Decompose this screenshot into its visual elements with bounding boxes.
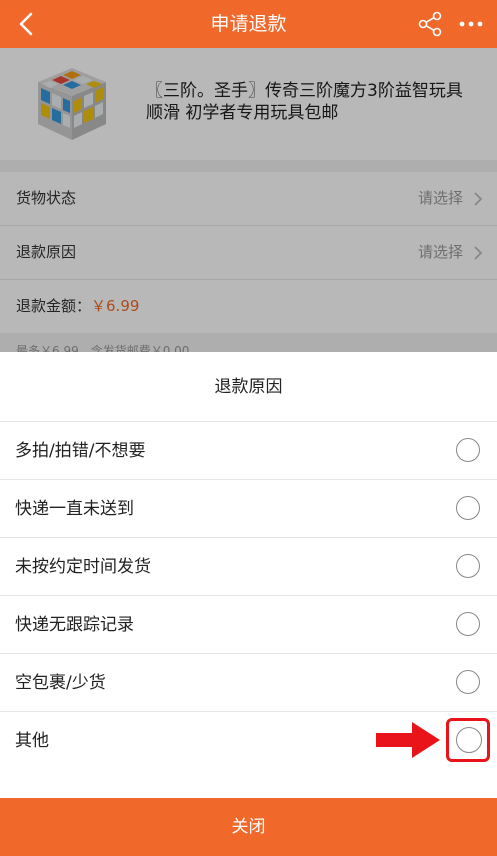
reason-option-label: 空包裹/少货 xyxy=(15,673,106,693)
reason-option-1[interactable]: 多拍/拍错/不想要 xyxy=(0,422,497,480)
sheet-title: 退款原因 xyxy=(0,352,497,422)
radio-circle-icon[interactable] xyxy=(456,438,480,462)
reason-option-4[interactable]: 快递无跟踪记录 xyxy=(0,596,497,654)
share-icon[interactable] xyxy=(416,10,444,38)
reason-option-label: 未按约定时间发货 xyxy=(15,557,151,577)
reason-option-5[interactable]: 空包裹/少货 xyxy=(0,654,497,712)
radio-circle-icon[interactable] xyxy=(456,496,480,520)
top-bar: 申请退款 xyxy=(0,0,497,48)
more-horizontal-icon[interactable] xyxy=(457,10,485,38)
close-button[interactable]: 关闭 xyxy=(0,798,497,856)
reason-option-label: 快递一直未送到 xyxy=(15,499,134,519)
overlay-mask[interactable] xyxy=(0,48,497,352)
radio-circle-icon[interactable] xyxy=(456,670,480,694)
reason-option-label: 快递无跟踪记录 xyxy=(15,615,134,635)
red-arrow-right-icon xyxy=(376,722,440,758)
reason-option-label: 其他 xyxy=(15,731,49,751)
radio-circle-icon[interactable] xyxy=(456,612,480,636)
reason-option-label: 多拍/拍错/不想要 xyxy=(15,441,146,461)
reason-option-3[interactable]: 未按约定时间发货 xyxy=(0,538,497,596)
radio-circle-icon[interactable] xyxy=(456,554,480,578)
reason-option-2[interactable]: 快递一直未送到 xyxy=(0,480,497,538)
highlight-box xyxy=(446,718,490,762)
